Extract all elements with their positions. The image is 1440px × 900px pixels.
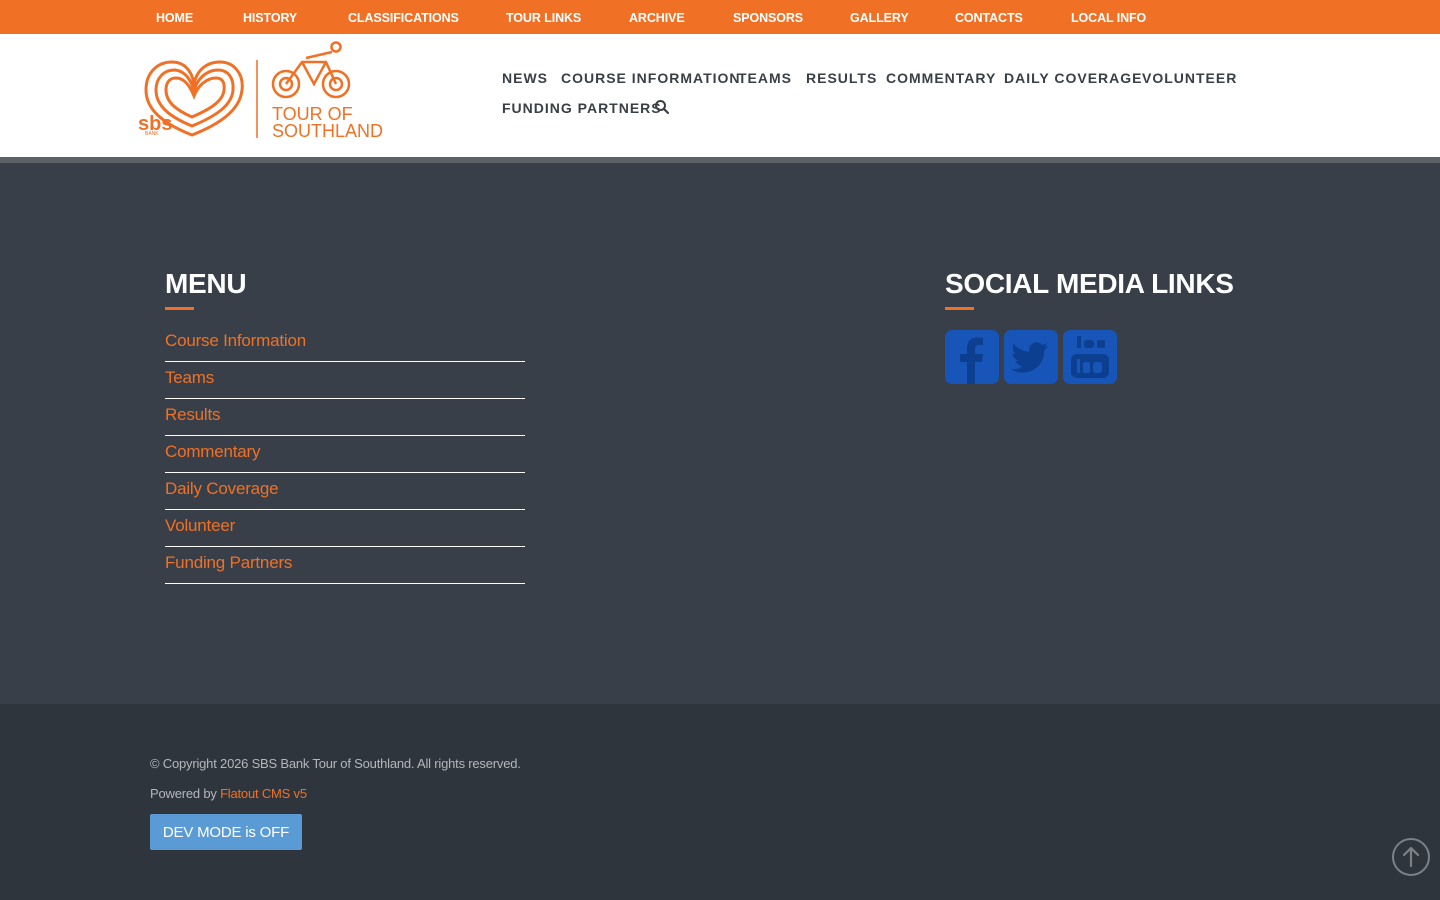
menu-heading-underline xyxy=(165,307,194,310)
main-nav-results[interactable]: RESULTS xyxy=(806,70,877,86)
logo-line2: SOUTHLAND xyxy=(272,121,383,141)
main-nav-news[interactable]: NEWS xyxy=(502,70,548,86)
footer-menu-item: Volunteer xyxy=(165,510,525,547)
cms-link[interactable]: Flatout CMS v5 xyxy=(220,786,307,801)
bottom-footer xyxy=(0,704,1440,900)
footer-menu-volunteer[interactable]: Volunteer xyxy=(165,516,235,536)
top-nav-local-info[interactable]: LOCAL INFO xyxy=(1071,0,1146,34)
main-nav-teams[interactable]: TEAMS xyxy=(738,70,792,86)
site-logo[interactable]: sbs BANK TOUR OF SOUTHLAND xyxy=(136,38,386,144)
footer-menu-item: Course Information xyxy=(165,325,525,362)
top-nav-bar: HOME HISTORY CLASSIFICATIONS TOUR LINKS … xyxy=(0,0,1440,34)
logo-bank-sub: BANK xyxy=(145,131,159,137)
top-nav-home[interactable]: HOME xyxy=(156,0,193,34)
youtube-icon[interactable] xyxy=(1063,330,1117,384)
main-nav-commentary[interactable]: COMMENTARY xyxy=(886,70,996,86)
social-heading-underline xyxy=(945,307,974,310)
footer-menu-item: Teams xyxy=(165,362,525,399)
footer-menu-daily-coverage[interactable]: Daily Coverage xyxy=(165,479,279,499)
facebook-icon[interactable] xyxy=(945,330,999,384)
twitter-icon[interactable] xyxy=(1004,330,1058,384)
search-icon[interactable] xyxy=(654,99,670,115)
main-nav-daily-coverage[interactable]: DAILY COVERAGE xyxy=(1004,70,1142,86)
copyright-text: © Copyright 2026 SBS Bank Tour of Southl… xyxy=(150,756,521,771)
menu-heading: MENU xyxy=(165,268,247,299)
footer-menu-item: Results xyxy=(165,399,525,436)
powered-by-text: Powered by Flatout CMS v5 xyxy=(150,786,307,801)
footer-menu-course-information[interactable]: Course Information xyxy=(165,331,306,351)
main-nav-course-information[interactable]: COURSE INFORMATION xyxy=(561,70,741,86)
top-nav-sponsors[interactable]: SPONSORS xyxy=(733,0,803,34)
top-nav-archive[interactable]: ARCHIVE xyxy=(629,0,685,34)
top-nav-contacts[interactable]: CONTACTS xyxy=(955,0,1023,34)
social-heading: SOCIAL MEDIA LINKS xyxy=(945,268,1234,299)
footer-menu-commentary[interactable]: Commentary xyxy=(165,442,261,462)
powered-by-prefix: Powered by xyxy=(150,786,221,801)
footer-menu-funding-partners[interactable]: Funding Partners xyxy=(165,553,292,573)
footer-menu-item: Funding Partners xyxy=(165,547,525,584)
footer-menu-item: Daily Coverage xyxy=(165,473,525,510)
main-nav-funding-partners[interactable]: FUNDING PARTNERS xyxy=(502,100,662,116)
footer-menu-teams[interactable]: Teams xyxy=(165,368,214,388)
footer-menu-results[interactable]: Results xyxy=(165,405,220,425)
main-nav-volunteer[interactable]: VOLUNTEER xyxy=(1142,70,1237,86)
logo-graphic: sbs BANK TOUR OF SOUTHLAND xyxy=(138,41,383,141)
top-nav-history[interactable]: HISTORY xyxy=(243,0,297,34)
footer-menu-list: Course Information Teams Results Comment… xyxy=(165,325,525,584)
back-to-top-button[interactable] xyxy=(1392,838,1430,876)
top-nav-classifications[interactable]: CLASSIFICATIONS xyxy=(348,0,459,34)
footer-menu-item: Commentary xyxy=(165,436,525,473)
dev-mode-button[interactable]: DEV MODE is OFF xyxy=(150,814,302,850)
arrow-up-icon xyxy=(1402,846,1420,868)
top-nav-tour-links[interactable]: TOUR LINKS xyxy=(506,0,581,34)
top-nav-gallery[interactable]: GALLERY xyxy=(850,0,909,34)
